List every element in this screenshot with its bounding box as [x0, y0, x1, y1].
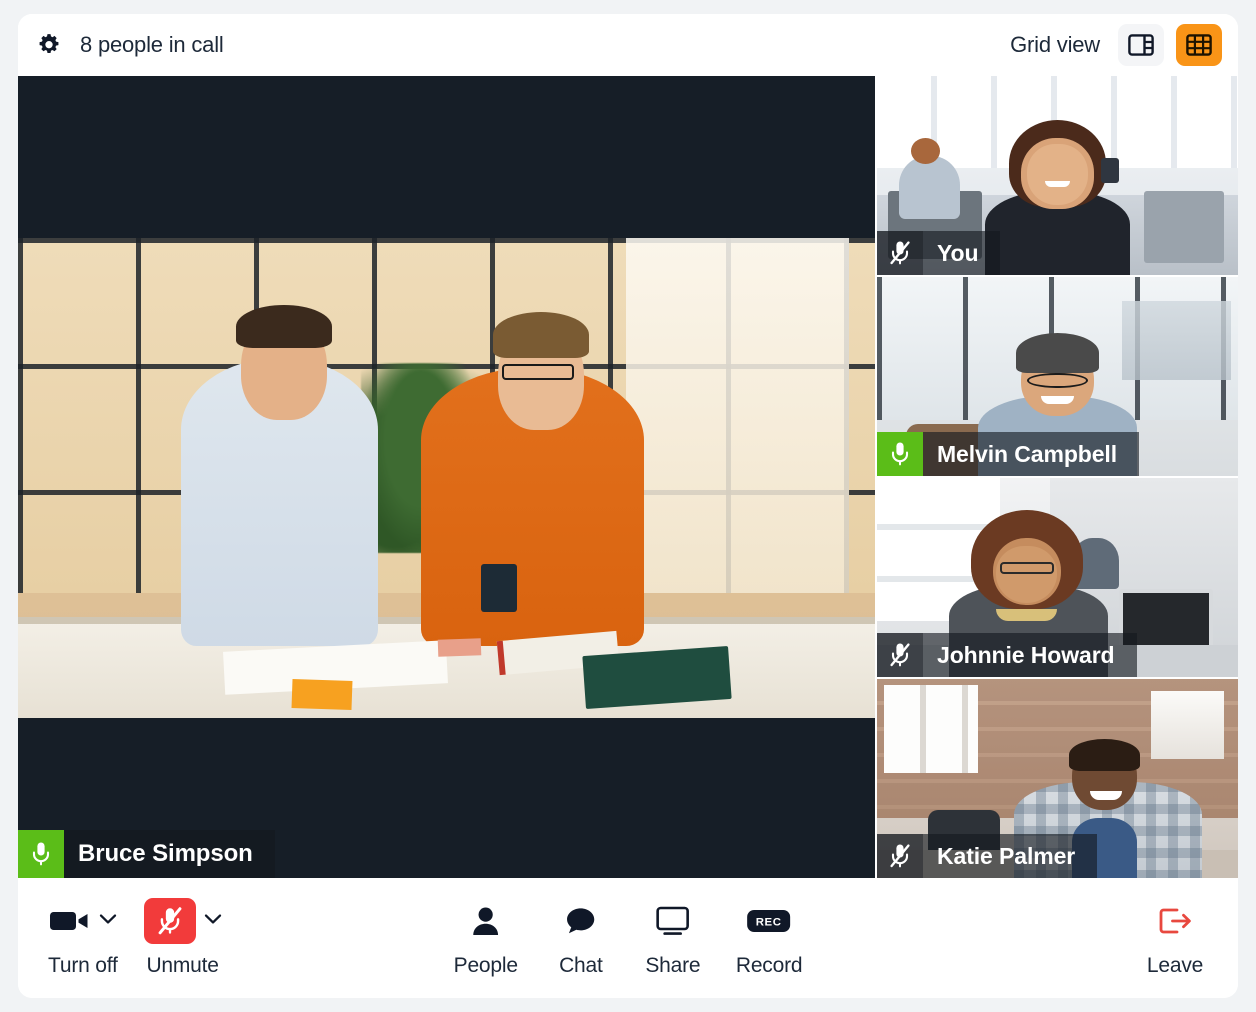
main-speaker-tile[interactable]: Bruce Simpson: [18, 76, 875, 878]
svg-text:REC: REC: [756, 917, 782, 929]
participant-tile-you[interactable]: You: [875, 76, 1238, 277]
main-speaker-scene: [18, 238, 875, 718]
sidebar-layout-icon: [1128, 34, 1154, 56]
participant-nameplate: Melvin Campbell: [877, 432, 1139, 476]
video-call-window: 8 people in call Grid view Bruce Simpson…: [18, 14, 1238, 998]
record-button[interactable]: REC Record: [736, 898, 803, 978]
share-button-label: Share: [645, 954, 701, 977]
screen-share-icon: [655, 905, 691, 937]
gear-icon[interactable]: [36, 32, 62, 58]
participant-nameplate: You: [877, 231, 1001, 275]
view-mode-label: Grid view: [1010, 32, 1100, 57]
chevron-down-icon[interactable]: [99, 912, 117, 930]
people-button-label: People: [453, 954, 518, 977]
video-camera-icon: [49, 907, 91, 935]
people-button[interactable]: People: [454, 898, 518, 978]
leave-call-icon: [1157, 905, 1193, 937]
chat-button[interactable]: Chat: [552, 898, 610, 978]
header-left-group: 8 people in call: [36, 32, 224, 58]
leave-button-label: Leave: [1146, 954, 1204, 977]
main-speaker-name: Bruce Simpson: [64, 830, 275, 878]
person-icon: [471, 905, 501, 937]
record-badge-icon: REC: [747, 908, 791, 934]
toolbar-center-group: People Chat Share REC Record: [454, 898, 803, 978]
microphone-muted-icon: [877, 231, 923, 275]
call-toolbar: Turn off Unmute People Chat Share REC Re…: [18, 878, 1238, 998]
camera-button-label: Turn off: [48, 954, 118, 977]
call-title: 8 people in call: [80, 32, 224, 57]
chat-button-label: Chat: [559, 954, 603, 977]
grid-view-button[interactable]: [1176, 24, 1222, 66]
video-stage: Bruce Simpson You Melvin Campbell Johnni…: [18, 76, 1238, 878]
participant-name: You: [923, 231, 1001, 275]
record-button-label: Record: [735, 954, 803, 977]
participant-nameplate: Johnnie Howard: [877, 633, 1137, 677]
toggle-microphone-button[interactable]: Unmute: [143, 898, 222, 978]
microphone-icon: [18, 830, 64, 878]
share-screen-button[interactable]: Share: [644, 898, 702, 978]
toolbar-left-group: Turn off Unmute: [48, 898, 222, 978]
microphone-icon: [877, 432, 923, 476]
main-speaker-video: [18, 238, 875, 718]
participant-name: Katie Palmer: [923, 834, 1098, 878]
microphone-muted-icon: [877, 834, 923, 878]
participant-nameplate: Katie Palmer: [877, 834, 1098, 878]
header-right-group: Grid view: [1010, 24, 1222, 66]
microphone-button-label: Unmute: [146, 954, 219, 977]
toolbar-right-group: Leave: [1146, 898, 1204, 978]
participant-name: Johnnie Howard: [923, 633, 1137, 677]
main-speaker-nameplate: Bruce Simpson: [18, 830, 275, 878]
chevron-down-icon[interactable]: [204, 912, 222, 930]
leave-call-button[interactable]: Leave: [1146, 898, 1204, 978]
participant-thumbnail-list: You Melvin Campbell Johnnie Howard Katie…: [875, 76, 1238, 878]
microphone-muted-icon: [877, 633, 923, 677]
participant-tile-johnnie-howard[interactable]: Johnnie Howard: [875, 478, 1238, 679]
participant-name: Melvin Campbell: [923, 432, 1139, 476]
participant-tile-melvin-campbell[interactable]: Melvin Campbell: [875, 277, 1238, 478]
toggle-camera-button[interactable]: Turn off: [48, 898, 118, 978]
grid-layout-icon: [1186, 34, 1212, 56]
chat-bubble-icon: [565, 905, 597, 937]
microphone-muted-icon: [143, 898, 196, 944]
call-header: 8 people in call Grid view: [18, 14, 1238, 76]
sidebar-view-button[interactable]: [1118, 24, 1164, 66]
participant-tile-katie-palmer[interactable]: Katie Palmer: [875, 679, 1238, 878]
